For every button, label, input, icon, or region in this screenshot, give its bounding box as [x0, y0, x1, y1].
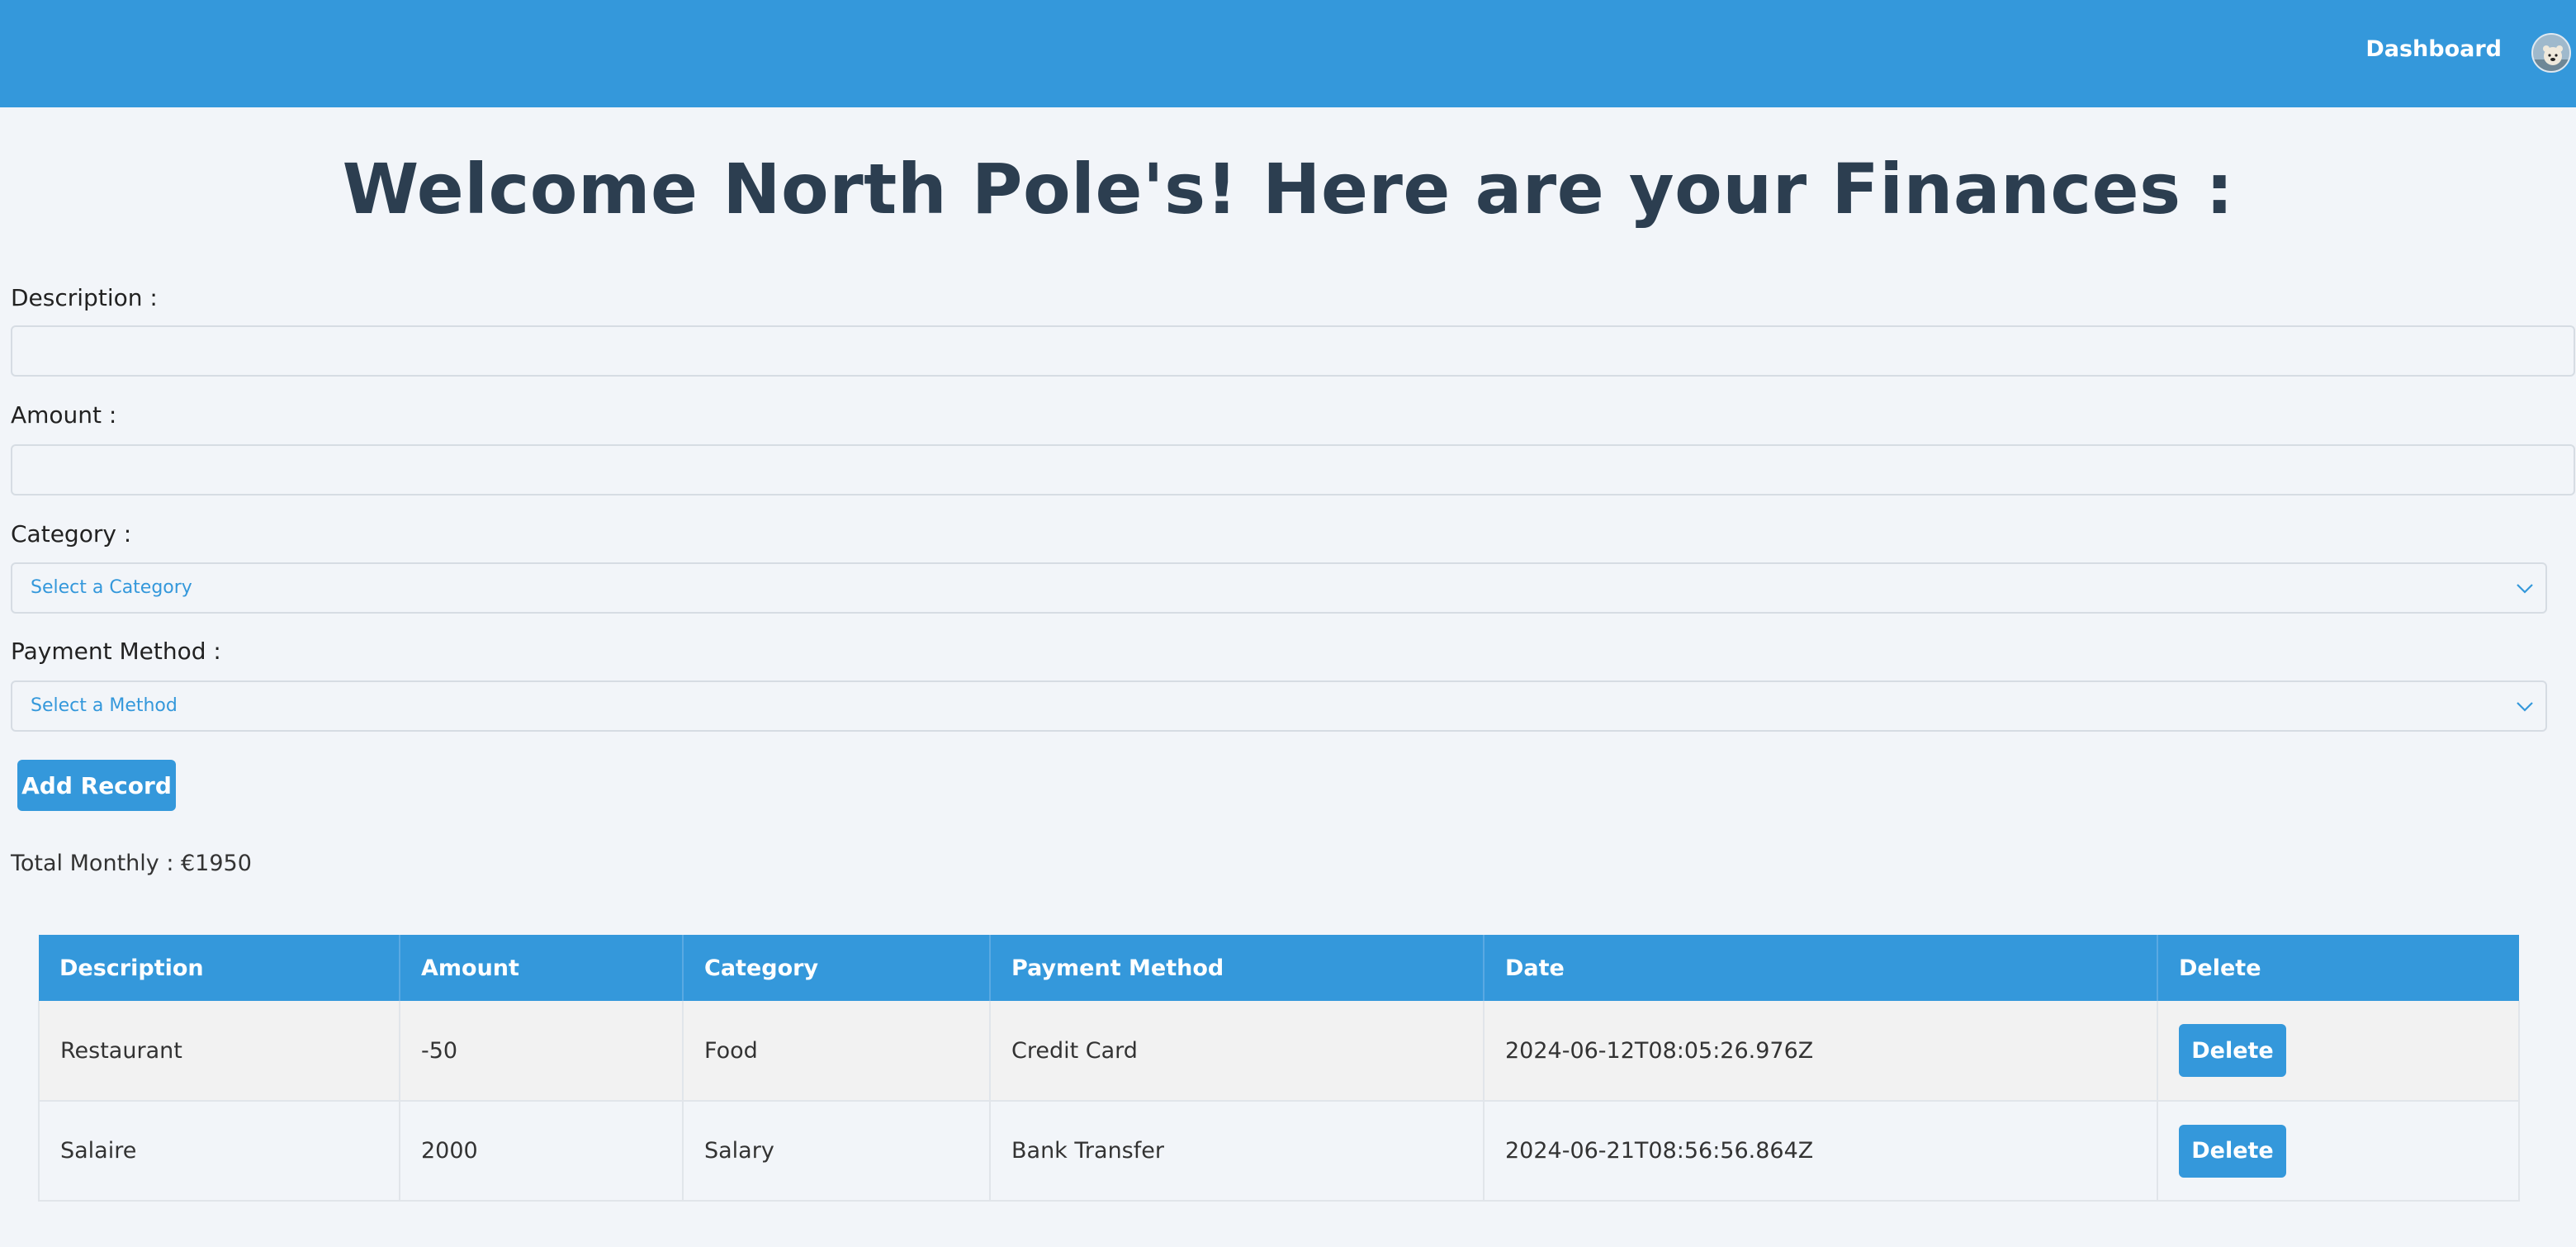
polar-bear-avatar-icon: [2533, 35, 2569, 71]
amount-input[interactable]: [11, 444, 2575, 495]
table-row: Salaire 2000 Salary Bank Transfer 2024-0…: [38, 1101, 2520, 1202]
payment-method-select-value: Select a Method: [31, 695, 178, 716]
page-title: Welcome North Pole's! Here are your Fina…: [342, 149, 2234, 230]
table-header-row: Description Amount Category Payment Meth…: [39, 935, 2519, 1001]
category-select-value: Select a Category: [31, 577, 192, 598]
top-navbar: Dashboard: [0, 0, 2576, 107]
user-avatar[interactable]: [2531, 33, 2571, 73]
cell-date: 2024-06-12T08:05:26.976Z: [1484, 1001, 2158, 1102]
payment-method-label: Payment Method :: [11, 638, 221, 665]
header-description: Description: [39, 935, 400, 1001]
cell-date: 2024-06-21T08:56:56.864Z: [1484, 1101, 2158, 1202]
cell-category: Food: [683, 1001, 991, 1102]
add-record-button[interactable]: Add Record: [17, 760, 176, 811]
header-amount: Amount: [400, 935, 684, 1001]
header-date: Date: [1484, 935, 2158, 1001]
header-delete: Delete: [2157, 935, 2519, 1001]
header-category: Category: [683, 935, 991, 1001]
amount-label: Amount :: [11, 401, 117, 429]
category-label: Category :: [11, 520, 132, 548]
cell-payment-method: Bank Transfer: [990, 1101, 1485, 1202]
chevron-down-icon: [2517, 702, 2533, 712]
cell-amount: 2000: [400, 1101, 684, 1202]
cell-description: Restaurant: [38, 1001, 400, 1102]
cell-payment-method: Credit Card: [990, 1001, 1485, 1102]
category-select[interactable]: Select a Category: [11, 562, 2547, 614]
cell-description: Salaire: [38, 1101, 400, 1202]
description-input[interactable]: [11, 325, 2575, 377]
delete-button[interactable]: Delete: [2179, 1124, 2286, 1178]
delete-button[interactable]: Delete: [2179, 1024, 2286, 1077]
cell-category: Salary: [683, 1101, 991, 1202]
cell-delete: Delete: [2157, 1101, 2520, 1202]
cell-amount: -50: [400, 1001, 684, 1102]
payment-method-select[interactable]: Select a Method: [11, 680, 2547, 732]
description-label: Description :: [11, 284, 158, 311]
cell-delete: Delete: [2157, 1001, 2520, 1102]
chevron-down-icon: [2517, 584, 2533, 594]
nav-dashboard-link[interactable]: Dashboard: [2365, 36, 2502, 62]
records-table: Description Amount Category Payment Meth…: [38, 935, 2520, 1202]
table-row: Restaurant -50 Food Credit Card 2024-06-…: [38, 1001, 2520, 1102]
header-payment-method: Payment Method: [990, 935, 1485, 1001]
total-monthly: Total Monthly : €1950: [11, 851, 252, 876]
